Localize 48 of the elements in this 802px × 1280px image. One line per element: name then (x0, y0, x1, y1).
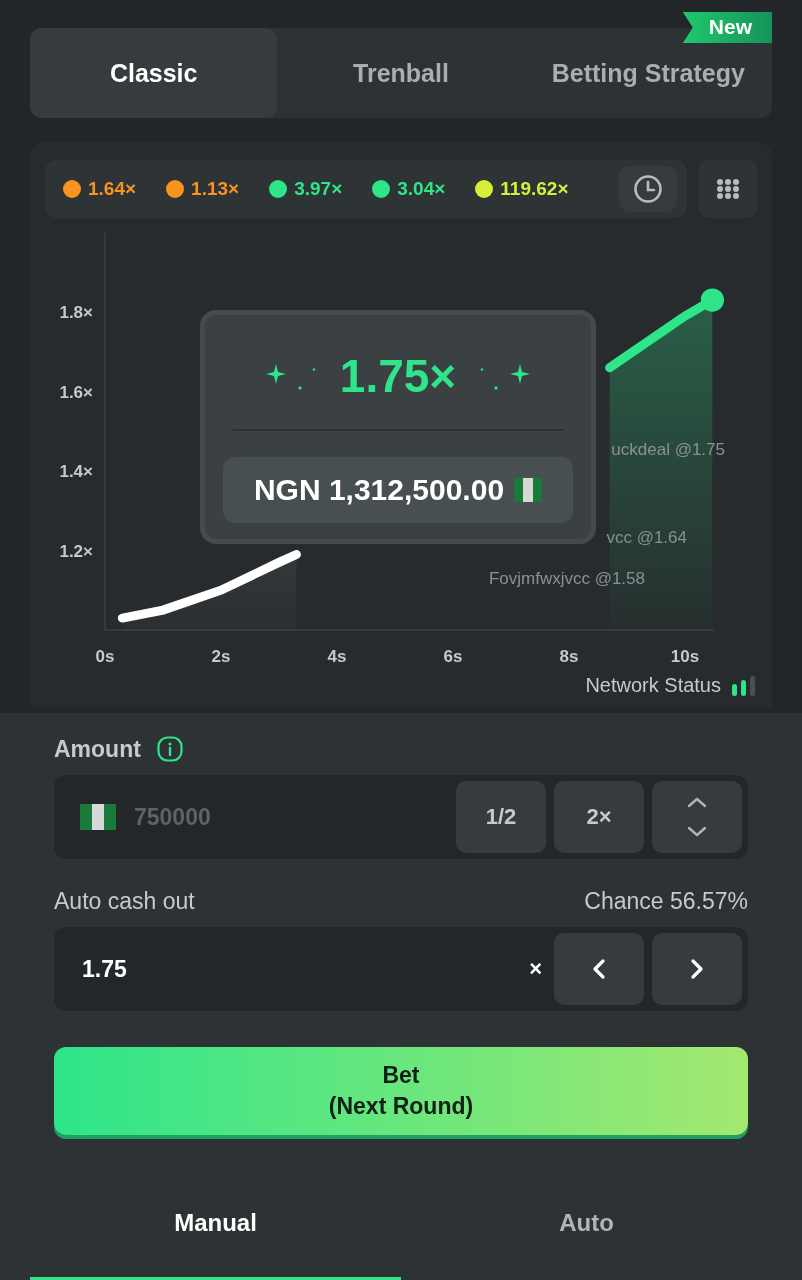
dots-grid-icon (716, 178, 740, 200)
auto-cash-out-label: Auto cash out (54, 887, 195, 915)
history-button[interactable] (619, 166, 677, 212)
amount-button[interactable]: 1/2 (456, 781, 546, 853)
multiplier-value: 1.13× (191, 178, 240, 200)
player-cashout-label: vcc @1.64 (606, 528, 687, 548)
crash-multiplier: 1.75× (339, 349, 457, 403)
chevron-left-icon (591, 958, 607, 980)
payout-amount: NGN 1,312,500.00 (253, 473, 505, 507)
amount-label: Amount (54, 735, 141, 763)
multiplier-suffix: × (529, 956, 543, 982)
x-tick-label: 2s (211, 647, 231, 666)
y-tick-label: 1.8× (59, 303, 93, 322)
stepper-button[interactable] (652, 781, 742, 853)
mode-tab[interactable]: Manual (30, 1157, 401, 1280)
up-down-chevron-icon (685, 795, 709, 839)
y-tick-label: 1.4× (59, 462, 93, 481)
network-status-label: Network Status (585, 674, 721, 697)
new-badge: New (682, 12, 772, 43)
y-tick-label: 1.2× (59, 541, 93, 561)
amount-field[interactable]: 750000 (132, 802, 448, 832)
x-tick-label: 10s (670, 647, 700, 666)
info-icon (156, 736, 183, 762)
signal-icon (731, 674, 757, 697)
x-tick-label: 8s (559, 647, 579, 666)
clock-icon (633, 174, 663, 204)
multiplier-value: 3.04× (397, 178, 446, 200)
x-tick-label: 4s (327, 647, 347, 666)
flag-icon (80, 804, 116, 830)
multiplier-value: 3.97× (294, 178, 343, 200)
game-tab[interactable]: Trenball (277, 28, 525, 118)
auto-cash-out-field[interactable]: 1.75 (80, 954, 514, 984)
amount-button[interactable]: 2× (554, 781, 644, 853)
chance-label: Chance 56.57% (584, 887, 748, 915)
chevron-right-icon (689, 958, 705, 980)
multiplier-value: 119.62× (500, 178, 569, 200)
flag-icon (514, 478, 543, 502)
y-tick-label: 1.6× (59, 382, 93, 402)
grid-button[interactable] (699, 160, 757, 218)
game-tab[interactable]: Classic (30, 28, 278, 118)
mode-tab[interactable]: Auto (401, 1157, 772, 1280)
player-cashout-label: Fovjmfwxjvcc @1.58 (488, 569, 645, 589)
player-cashout-label: uckdeal @1.75 (611, 440, 725, 460)
multiplier-value: 1.64× (88, 178, 137, 200)
decrease-button[interactable] (554, 933, 644, 1005)
x-tick-label: 0s (95, 647, 115, 666)
x-tick-label: 6s (443, 647, 463, 666)
increase-button[interactable] (652, 933, 742, 1005)
